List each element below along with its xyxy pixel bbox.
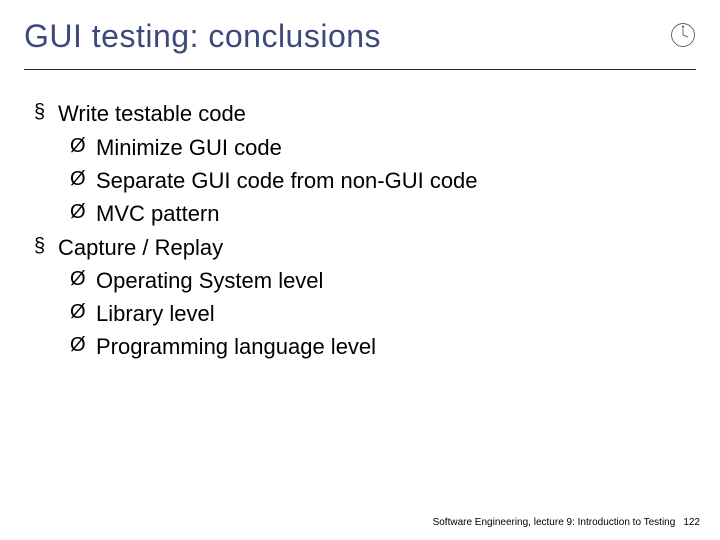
sub-list-item: Operating System level: [70, 265, 696, 297]
sub-list-item-label: MVC pattern: [96, 201, 220, 226]
sub-list-item-label: Separate GUI code from non-GUI code: [96, 168, 478, 193]
slide: GUI testing: conclusions Write testable …: [0, 0, 720, 540]
bullet-list: Write testable code Minimize GUI code Se…: [30, 98, 696, 363]
sub-list: Minimize GUI code Separate GUI code from…: [58, 132, 696, 230]
list-item: Write testable code Minimize GUI code Se…: [30, 98, 696, 230]
slide-title: GUI testing: conclusions: [24, 18, 381, 65]
sub-list-item-label: Library level: [96, 301, 215, 326]
sub-list-item: Minimize GUI code: [70, 132, 696, 164]
footer-text: Software Engineering, lecture 9: Introdu…: [433, 517, 676, 528]
sub-list-item: Separate GUI code from non-GUI code: [70, 165, 696, 197]
sub-list-item: Library level: [70, 298, 696, 330]
sub-list-item: Programming language level: [70, 331, 696, 363]
content: Write testable code Minimize GUI code Se…: [24, 98, 696, 363]
sub-list-item: MVC pattern: [70, 198, 696, 230]
sub-list-item-label: Minimize GUI code: [96, 135, 282, 160]
logo-icon: [670, 22, 696, 48]
footer: Software Engineering, lecture 9: Introdu…: [433, 517, 700, 528]
page-number: 122: [683, 517, 700, 528]
list-item-label: Capture / Replay: [58, 235, 223, 260]
sub-list: Operating System level Library level Pro…: [58, 265, 696, 363]
title-rule: [24, 69, 696, 70]
title-row: GUI testing: conclusions: [24, 18, 696, 65]
list-item: Capture / Replay Operating System level …: [30, 232, 696, 364]
sub-list-item-label: Operating System level: [96, 268, 323, 293]
sub-list-item-label: Programming language level: [96, 334, 376, 359]
list-item-label: Write testable code: [58, 101, 246, 126]
